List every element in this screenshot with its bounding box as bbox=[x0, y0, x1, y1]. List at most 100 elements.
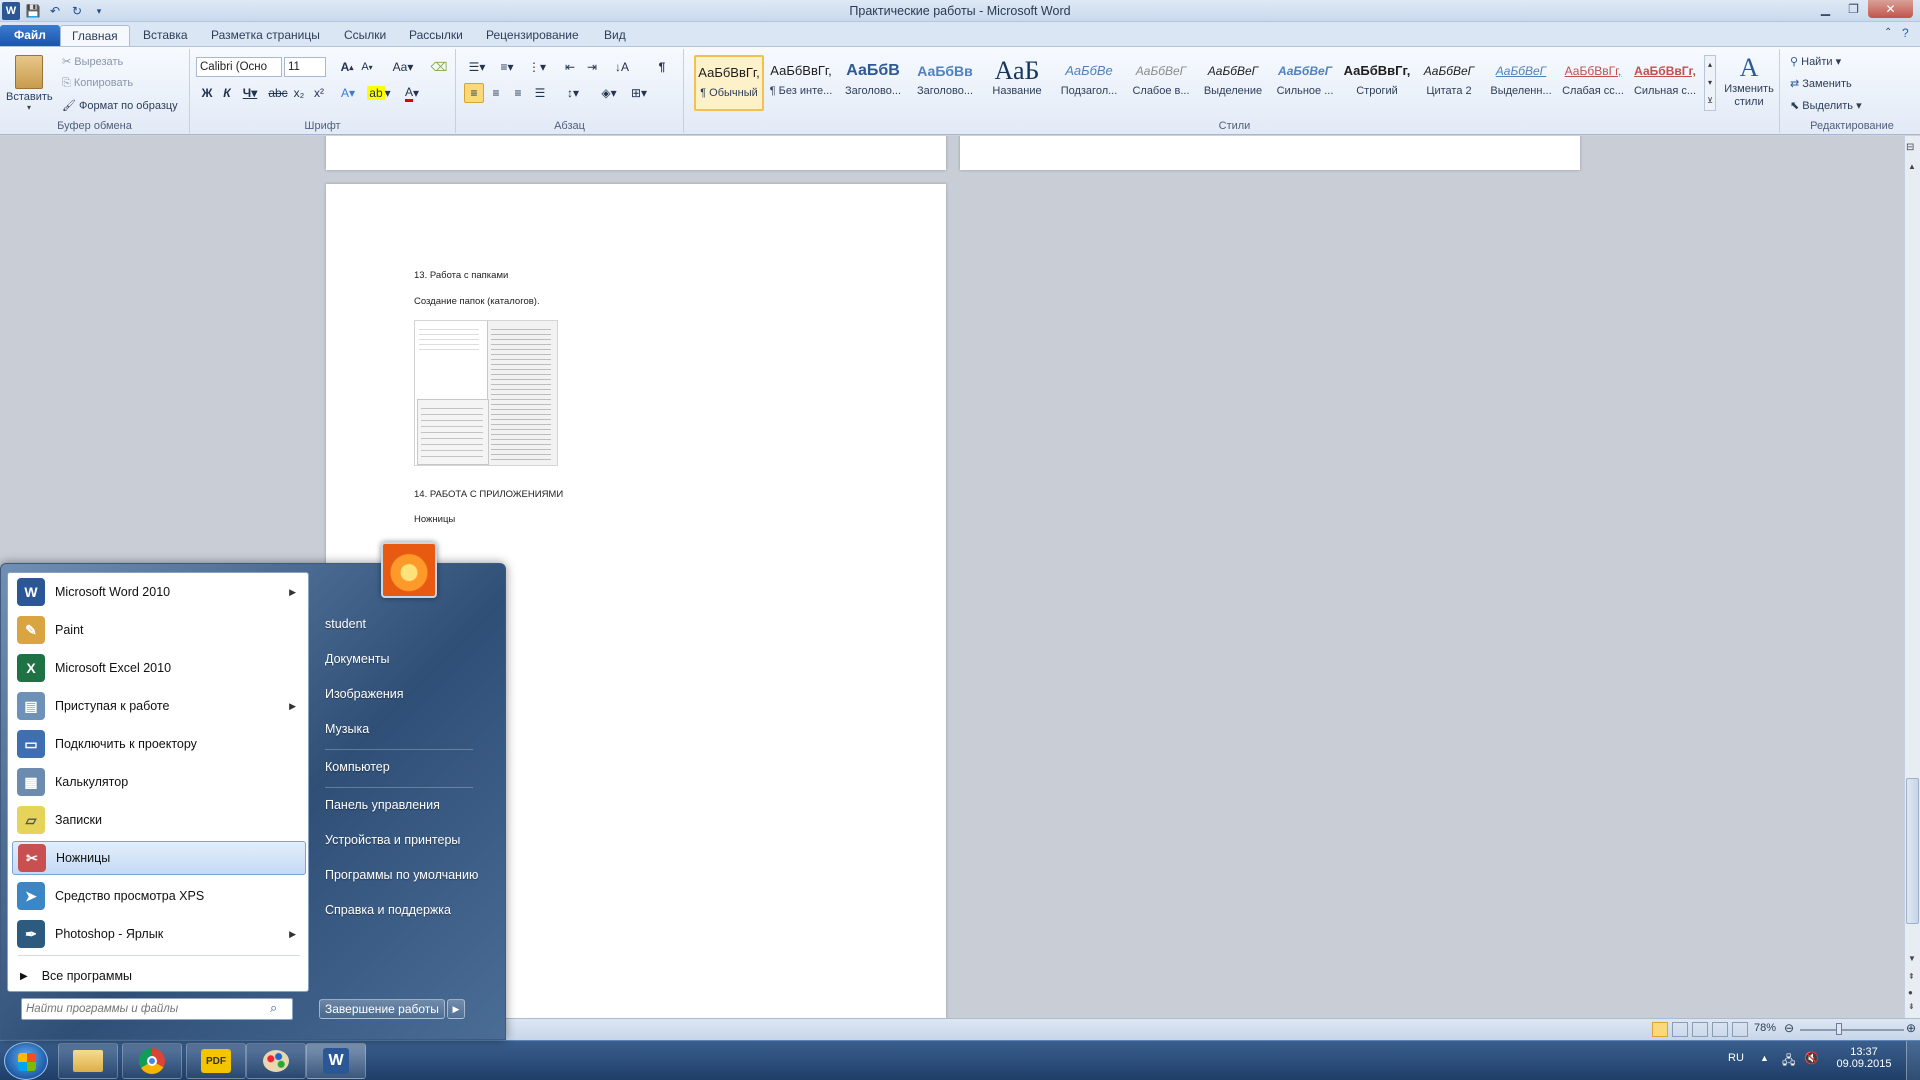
program-word-2010[interactable]: W Microsoft Word 2010 ▶ bbox=[12, 575, 306, 609]
superscript-icon[interactable]: x² bbox=[310, 83, 328, 103]
subscript-icon[interactable]: x₂ bbox=[290, 83, 308, 103]
zoom-slider-thumb[interactable] bbox=[1836, 1023, 1842, 1035]
shrink-font-icon[interactable]: A ▾ bbox=[358, 57, 376, 77]
style-subtle-reference[interactable]: АаБбВвГг, Слабая сс... bbox=[1558, 55, 1628, 111]
taskbar-paint[interactable] bbox=[246, 1043, 306, 1079]
justify-icon[interactable]: ☰ bbox=[530, 83, 550, 103]
program-getting-started[interactable]: ▤ Приступая к работе ▶ bbox=[12, 689, 306, 723]
start-search-input[interactable] bbox=[26, 1001, 262, 1017]
draft-view-icon[interactable] bbox=[1732, 1022, 1748, 1037]
program-sticky-notes[interactable]: ▱ Записки bbox=[12, 803, 306, 837]
align-right-icon[interactable]: ≡ bbox=[508, 83, 528, 103]
browse-object-icon[interactable]: ● bbox=[1908, 988, 1913, 997]
user-name-link[interactable]: student bbox=[325, 617, 366, 631]
show-desktop-button[interactable] bbox=[1906, 1041, 1920, 1080]
underline-icon[interactable]: Ч▾ bbox=[238, 83, 262, 103]
strikethrough-icon[interactable]: abc bbox=[268, 83, 288, 103]
taskbar-explorer[interactable] bbox=[58, 1043, 118, 1079]
help-icon[interactable]: ? bbox=[1902, 26, 1909, 40]
close-button[interactable]: ✕ bbox=[1868, 0, 1913, 18]
style-title[interactable]: АаБ Название bbox=[982, 55, 1052, 111]
style-intense-emphasis[interactable]: АаБбВеГ Сильное ... bbox=[1270, 55, 1340, 111]
program-xps-viewer[interactable]: ➤ Средство просмотра XPS bbox=[12, 879, 306, 913]
style-emphasis[interactable]: АаБбВеГ Выделение bbox=[1198, 55, 1268, 111]
font-name-combo[interactable]: Calibri (Осно bbox=[196, 57, 282, 77]
program-photoshop[interactable]: ✒ Photoshop - Ярлык ▶ bbox=[12, 917, 306, 951]
taskbar-chrome[interactable] bbox=[122, 1043, 182, 1079]
program-excel-2010[interactable]: X Microsoft Excel 2010 bbox=[12, 651, 306, 685]
zoom-slider[interactable] bbox=[1800, 1029, 1904, 1031]
text-effects-icon[interactable]: A▾ bbox=[336, 83, 360, 103]
volume-muted-icon[interactable]: 🔇 bbox=[1804, 1051, 1819, 1065]
numbering-icon[interactable]: ≡▾ bbox=[494, 57, 520, 77]
tab-references[interactable]: Ссылки bbox=[333, 25, 397, 46]
bold-icon[interactable]: Ж bbox=[198, 83, 216, 103]
font-color-icon[interactable]: A ▾ bbox=[398, 83, 426, 103]
help-support-link[interactable]: Справка и поддержка bbox=[325, 903, 451, 917]
font-size-combo[interactable]: 11 bbox=[284, 57, 326, 77]
style-no-spacing[interactable]: АаБбВвГг, ¶ Без инте... bbox=[766, 55, 836, 111]
language-indicator[interactable]: RU bbox=[1728, 1052, 1744, 1064]
align-center-icon[interactable]: ≡ bbox=[486, 83, 506, 103]
minimize-ribbon-icon[interactable]: ⌃ bbox=[1884, 27, 1892, 38]
decrease-indent-icon[interactable]: ⇤ bbox=[560, 57, 580, 77]
shading-icon[interactable]: ◈▾ bbox=[596, 83, 622, 103]
network-icon[interactable]: 🖧 bbox=[1782, 1051, 1795, 1072]
taskbar-word[interactable]: W bbox=[306, 1043, 366, 1079]
previous-page-icon[interactable]: ⇞ bbox=[1908, 972, 1915, 981]
grow-font-icon[interactable]: A ▴ bbox=[338, 57, 356, 77]
styles-gallery-scroll[interactable]: ▴ ▾ ⊻ bbox=[1704, 55, 1716, 111]
all-programs-button[interactable]: ▶ Все программы bbox=[12, 959, 306, 993]
program-calculator[interactable]: ▦ Калькулятор bbox=[12, 765, 306, 799]
zoom-level[interactable]: 78% bbox=[1754, 1022, 1776, 1034]
restore-button[interactable]: ❐ bbox=[1840, 0, 1867, 18]
user-picture[interactable] bbox=[381, 542, 437, 598]
minimize-button[interactable]: ▁ bbox=[1812, 0, 1839, 18]
tab-mailings[interactable]: Рассылки bbox=[398, 25, 474, 46]
zoom-in-icon[interactable]: ⊕ bbox=[1906, 1021, 1916, 1035]
tab-file[interactable]: Файл bbox=[0, 25, 60, 46]
style-subtle-emphasis[interactable]: АаБбВеГ Слабое в... bbox=[1126, 55, 1196, 111]
increase-indent-icon[interactable]: ⇥ bbox=[582, 57, 602, 77]
outline-view-icon[interactable] bbox=[1712, 1022, 1728, 1037]
program-paint[interactable]: ✎ Paint bbox=[12, 613, 306, 647]
vertical-scrollbar[interactable]: ⊟ ▲ ▼ ⇞ ● ⇟ bbox=[1904, 136, 1920, 1018]
clock[interactable]: 13:37 09.09.2015 bbox=[1834, 1046, 1894, 1070]
tab-page-layout[interactable]: Разметка страницы bbox=[200, 25, 331, 46]
paste-button[interactable]: Вставить ▾ bbox=[6, 53, 53, 117]
highlight-color-icon[interactable]: ab ▾ bbox=[364, 83, 394, 103]
next-page-icon[interactable]: ⇟ bbox=[1908, 1002, 1915, 1011]
program-snipping-tool[interactable]: ✂ Ножницы bbox=[12, 841, 306, 875]
web-layout-icon[interactable] bbox=[1692, 1022, 1708, 1037]
full-screen-reading-icon[interactable] bbox=[1672, 1022, 1688, 1037]
align-left-icon[interactable]: ≡ bbox=[464, 83, 484, 103]
copy-button[interactable]: ⎘ Копировать bbox=[62, 77, 133, 90]
select-button[interactable]: ⬉ Выделить ▾ bbox=[1790, 99, 1862, 112]
style-quote-2[interactable]: АаБбВеГ Цитата 2 bbox=[1414, 55, 1484, 111]
shutdown-options-arrow-icon[interactable]: ▶ bbox=[447, 999, 465, 1019]
scroll-up-icon[interactable]: ▲ bbox=[1908, 162, 1916, 171]
default-programs-link[interactable]: Программы по умолчанию bbox=[325, 868, 478, 882]
style-heading-1[interactable]: АаБбВ Заголово... bbox=[838, 55, 908, 111]
style-subtitle[interactable]: АаБбВе Подзагол... bbox=[1054, 55, 1124, 111]
format-painter-button[interactable]: 🖌 Формат по образцу bbox=[62, 99, 178, 112]
style-intense-quote[interactable]: АаБбВеГ Выделенн... bbox=[1486, 55, 1556, 111]
computer-link[interactable]: Компьютер bbox=[325, 760, 390, 774]
shutdown-button[interactable]: Завершение работы bbox=[319, 999, 445, 1019]
sort-icon[interactable]: ↓A bbox=[612, 57, 632, 77]
scrollbar-thumb[interactable] bbox=[1906, 778, 1919, 924]
change-case-icon[interactable]: Aa▾ bbox=[390, 57, 416, 77]
pictures-link[interactable]: Изображения bbox=[325, 687, 404, 701]
clear-formatting-icon[interactable]: ⌫ bbox=[430, 57, 448, 77]
style-normal[interactable]: АаБбВвГг, ¶ Обычный bbox=[694, 55, 764, 111]
find-button[interactable]: ⚲ Найти ▾ bbox=[1790, 55, 1841, 68]
taskbar-pdf[interactable]: PDF bbox=[186, 1043, 246, 1079]
style-strong[interactable]: АаБбВвГг, Строгий bbox=[1342, 55, 1412, 111]
show-hidden-icons-icon[interactable]: ▲ bbox=[1760, 1053, 1769, 1063]
scroll-down-icon[interactable]: ▼ bbox=[1908, 954, 1916, 963]
replace-button[interactable]: ⇄ Заменить bbox=[1790, 77, 1852, 90]
style-heading-2[interactable]: АаБбВв Заголово... bbox=[910, 55, 980, 111]
style-intense-reference[interactable]: АаБбВвГг, Сильная с... bbox=[1630, 55, 1700, 111]
tab-view[interactable]: Вид bbox=[593, 25, 637, 46]
print-layout-view-icon[interactable] bbox=[1652, 1022, 1668, 1037]
